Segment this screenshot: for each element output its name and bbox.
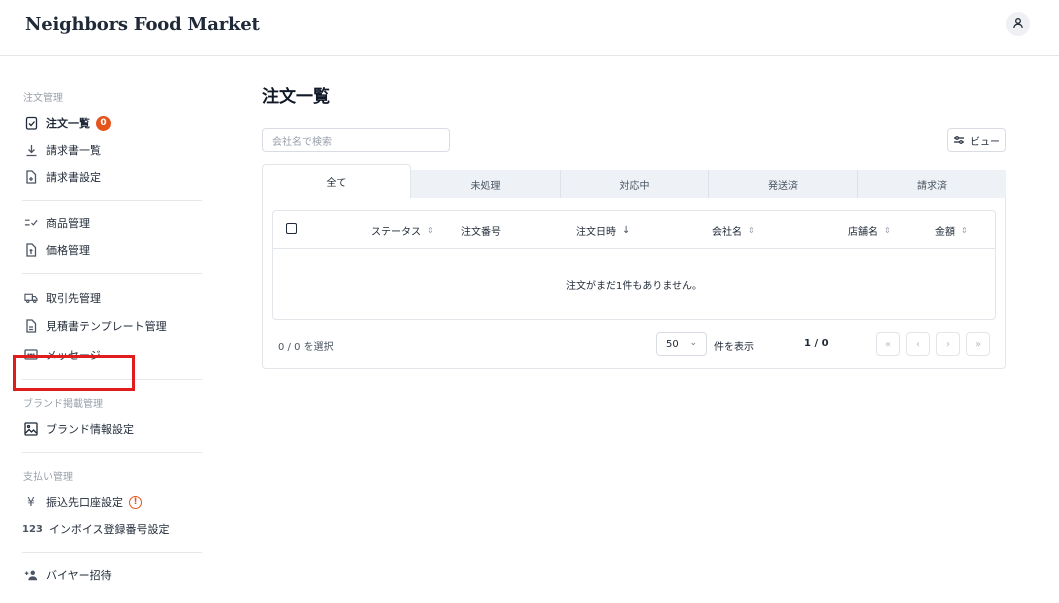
sidebar-item-bank-account[interactable]: ¥ 振込先口座設定 ! [24,493,142,511]
view-button[interactable]: ビュー [947,128,1006,152]
column-order-number: 注文番号 [461,223,501,238]
yen-icon: ¥ [27,495,35,509]
sidebar-item-label: ブランド情報設定 [46,423,134,436]
sidebar-item-label: 振込先口座設定 [46,496,123,509]
sidebar-item-products[interactable]: 商品管理 [24,214,90,232]
column-label: ステータス [371,227,421,238]
per-page-select[interactable]: 50 ⌄ [656,332,707,356]
sidebar-item-orders[interactable]: 注文一覧 0 [24,114,111,132]
sidebar-item-label: 注文一覧 [46,117,90,130]
chevron-down-icon: ⌄ [689,338,697,348]
sidebar-divider [22,200,202,201]
column-label: 店舗名 [848,227,878,238]
sidebar-divider [22,273,202,274]
last-page-button[interactable]: » [966,332,990,356]
tab-in-progress[interactable]: 対応中 [561,170,709,198]
warning-icon: ! [129,495,142,509]
sidebar-item-label: 取引先管理 [46,292,101,305]
select-all-checkbox[interactable] [286,223,297,234]
user-icon [1012,17,1024,32]
sidebar-section-brand: ブランド掲載管理 [23,399,103,410]
document-icon [24,319,38,333]
sidebar-item-label: インボイス登録番号設定 [48,523,170,536]
clipboard-check-icon [24,116,38,130]
empty-state-message: 注文がまだ1件もありません。 [565,281,703,292]
page-title: 注文一覧 [262,87,330,107]
sidebar-item-label: 請求書設定 [46,171,101,184]
column-status[interactable]: ステータス ⇕ [371,223,434,238]
price-document-icon [24,243,38,257]
sidebar-item-label: 見積書テンプレート管理 [46,320,167,333]
sort-icon: ⇕ [748,226,755,235]
double-chevron-left-icon: « [884,338,892,350]
sidebar-item-label: バイヤー招待 [46,569,112,582]
sort-icon: ⇕ [884,226,891,235]
truck-icon [24,291,38,305]
sort-icon: ⇕ [961,226,968,235]
view-button-label: ビュー [970,136,1000,148]
app-header: Neighbors Food Market [0,0,1059,56]
prev-page-button[interactable]: ‹ [906,332,930,356]
sidebar-item-invoice-number[interactable]: 123 インボイス登録番号設定 [22,520,170,538]
table-header: ステータス ⇕ 注文番号 注文日時 ↓ 会社名 ⇕ 店舗名 ⇕ 金額 ⇕ [273,211,995,249]
page-info: 1 / 0 [804,338,829,349]
per-page-label: 件を表示 [714,342,754,353]
list-check-icon [24,216,38,230]
per-page-value: 50 [666,338,679,350]
tab-shipped[interactable]: 発送済 [709,170,858,198]
sidebar-item-label: 価格管理 [46,244,90,257]
selection-highlight-box [13,355,135,391]
sidebar-item-invoice-settings[interactable]: 請求書設定 [24,168,101,186]
column-amount[interactable]: 金額 ⇕ [935,223,968,238]
next-page-button[interactable]: › [936,332,960,356]
column-company[interactable]: 会社名 ⇕ [712,223,755,238]
search-input[interactable]: 会社名で検索 [262,128,450,152]
tab-unprocessed[interactable]: 未処理 [411,170,561,198]
user-menu-button[interactable] [1006,12,1030,36]
sidebar-item-label: 請求書一覧 [46,144,101,157]
column-label: 金額 [935,227,955,238]
numbers-icon: 123 [22,523,43,535]
sort-icon: ⇕ [427,226,434,235]
column-order-date[interactable]: 注文日時 ↓ [576,223,630,238]
column-label: 注文日時 [576,227,616,238]
status-tabs: 全て 未処理 対応中 発送済 請求済 [262,164,1006,198]
app-title[interactable]: Neighbors Food Market [25,14,260,35]
sidebar-item-prices[interactable]: 価格管理 [24,241,90,259]
sidebar-divider [22,552,202,553]
image-icon [24,422,38,436]
sidebar-section-payment: 支払い管理 [23,472,73,483]
selection-count: 0 / 0 を選択 [278,342,334,353]
sidebar-item-invite-buyer[interactable]: バイヤー招待 [24,566,112,584]
sidebar-item-brand-info[interactable]: ブランド情報設定 [24,420,134,438]
sidebar-section-orders: 注文管理 [23,93,63,104]
double-chevron-right-icon: » [974,338,982,350]
sidebar-item-quote-templates[interactable]: 見積書テンプレート管理 [24,317,167,335]
download-icon [24,143,38,157]
sidebar-item-invoices[interactable]: 請求書一覧 [24,141,101,159]
orders-table: ステータス ⇕ 注文番号 注文日時 ↓ 会社名 ⇕ 店舗名 ⇕ 金額 ⇕ 注文がまだ1件も… [272,210,996,320]
chevron-left-icon: ‹ [916,338,920,350]
column-label: 注文番号 [461,227,501,238]
sidebar-divider [22,452,202,453]
chevron-right-icon: › [946,338,950,350]
document-plus-icon [24,170,38,184]
tab-invoiced[interactable]: 請求済 [858,170,1006,198]
add-user-icon [24,568,38,582]
orders-count-badge: 0 [96,115,111,131]
sidebar-item-partners[interactable]: 取引先管理 [24,289,101,307]
column-store[interactable]: 店舗名 ⇕ [848,223,891,238]
sort-down-icon: ↓ [622,225,631,236]
first-page-button[interactable]: « [876,332,900,356]
tab-all[interactable]: 全て [262,164,411,198]
sliders-icon [953,135,965,145]
column-label: 会社名 [712,227,742,238]
sidebar-item-label: 商品管理 [46,217,90,230]
